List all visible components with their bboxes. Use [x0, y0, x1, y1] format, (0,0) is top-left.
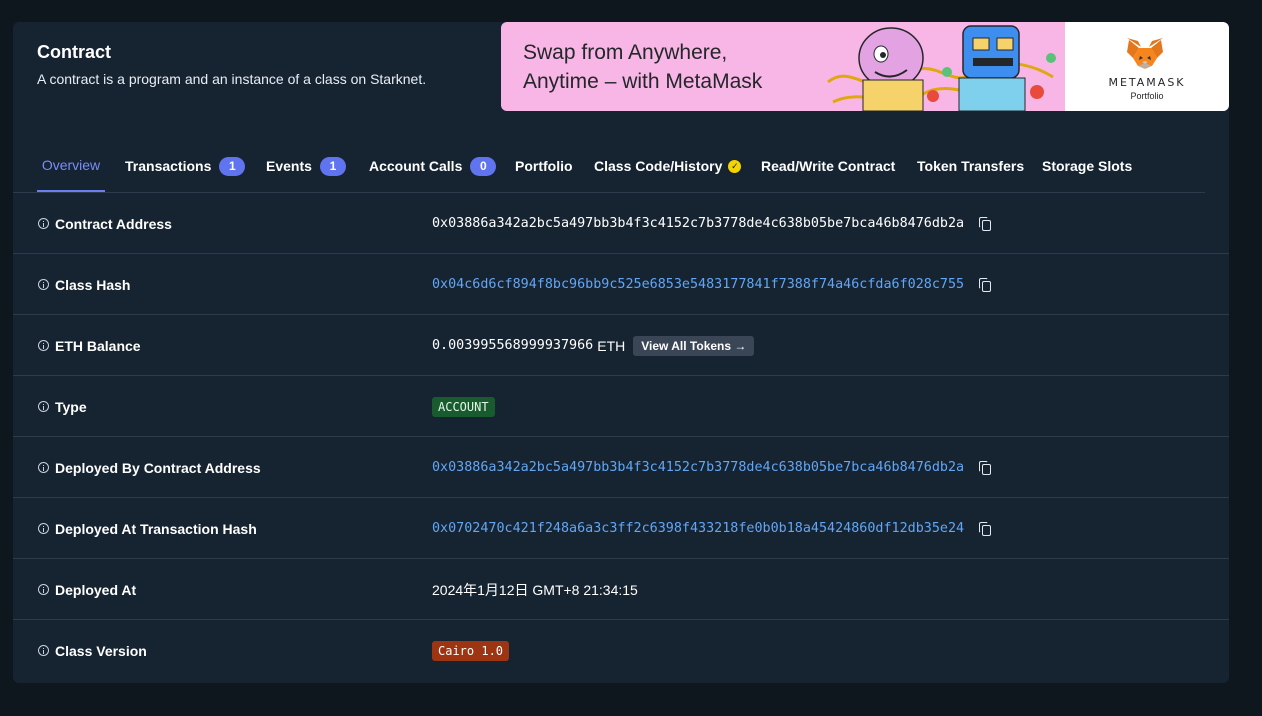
- eth-balance-unit: ETH: [597, 337, 626, 354]
- banner-headline-line1: Swap from Anywhere,: [523, 41, 728, 64]
- detail-label: Deployed At Transaction Hash: [38, 498, 257, 559]
- detail-label: Class Version: [38, 620, 147, 681]
- info-icon[interactable]: [38, 401, 49, 412]
- tab-read-write-contract-label: Read/Write Contract: [761, 158, 896, 174]
- info-icon[interactable]: [38, 279, 49, 290]
- deployed-tx-link[interactable]: 0x0702470c421f248a6a3c3ff2c6398f433218fe…: [432, 521, 964, 536]
- tab-token-transfers-label: Token Transfers: [917, 158, 1025, 174]
- account-calls-count-badge: 0: [470, 156, 497, 176]
- copy-icon[interactable]: [978, 216, 994, 232]
- tab-overview-label: Overview: [41, 157, 101, 173]
- metamask-wordmark: METAMASK: [1108, 76, 1186, 89]
- detail-label: Contract Address: [38, 193, 172, 254]
- contract-tabs: Overview Transactions 1 Events 1 Account…: [13, 140, 1205, 193]
- detail-row-eth-balance: ETH Balance 0.003995568999937966 ETH Vie…: [13, 315, 1229, 376]
- deployed-tx-label: Deployed At Transaction Hash: [55, 520, 257, 537]
- copy-icon[interactable]: [978, 277, 994, 293]
- class-version-label: Class Version: [55, 642, 147, 659]
- transactions-count-badge: 1: [219, 156, 246, 176]
- view-all-tokens-button[interactable]: View All Tokens →: [633, 335, 755, 356]
- detail-label: Type: [38, 376, 87, 437]
- banner-headline-line2: Anytime – with MetaMask: [523, 70, 763, 93]
- tab-portfolio[interactable]: Portfolio: [515, 140, 573, 192]
- contract-address-value: 0x03886a342a2bc5a497bb3b4f3c4152c7b3778d…: [432, 216, 965, 231]
- deployed-by-label: Deployed By Contract Address: [55, 459, 261, 476]
- detail-row-type: Type ACCOUNT: [13, 376, 1229, 437]
- tab-account-calls-label: Account Calls: [369, 158, 463, 174]
- info-icon[interactable]: [38, 340, 49, 351]
- detail-value: 0x03886a342a2bc5a497bb3b4f3c4152c7b3778d…: [432, 193, 994, 254]
- detail-label: ETH Balance: [38, 315, 141, 376]
- detail-row-deployed-at: Deployed At 2024年1月12日 GMT+8 21:34:15: [13, 559, 1229, 620]
- tab-class-code-history-label: Class Code/History: [594, 158, 723, 174]
- tab-class-code-history[interactable]: Class Code/History ✓: [594, 140, 742, 192]
- tab-events[interactable]: Events 1: [266, 140, 346, 192]
- banner-headline: Swap from Anywhere, Anytime – with MetaM…: [523, 38, 843, 96]
- detail-row-class-hash: Class Hash 0x04c6d6cf894f8bc96bb9c525e68…: [13, 254, 1229, 315]
- tab-read-write-contract[interactable]: Read/Write Contract: [761, 140, 895, 192]
- tab-account-calls[interactable]: Account Calls 0: [369, 140, 497, 192]
- contract-address-label: Contract Address: [55, 215, 172, 232]
- tab-transactions[interactable]: Transactions 1: [125, 140, 246, 192]
- tab-storage-slots[interactable]: Storage Slots: [1042, 140, 1132, 192]
- copy-icon[interactable]: [978, 521, 994, 537]
- detail-label: Deployed By Contract Address: [38, 437, 261, 498]
- events-count-badge: 1: [319, 156, 346, 176]
- detail-label: Class Hash: [38, 254, 130, 315]
- info-icon[interactable]: [38, 523, 49, 534]
- detail-row-deployed-tx: Deployed At Transaction Hash 0x0702470c4…: [13, 498, 1229, 559]
- page-title: Contract: [37, 42, 112, 62]
- deployed-at-value: 2024年1月12日 GMT+8 21:34:15: [432, 581, 638, 598]
- detail-value: Cairo 1.0: [432, 620, 510, 681]
- tab-token-transfers[interactable]: Token Transfers: [917, 140, 1024, 192]
- metamask-fox-icon: [1127, 38, 1163, 69]
- detail-value: 0.003995568999937966 ETH View All Tokens…: [432, 315, 755, 376]
- detail-value: ACCOUNT: [432, 376, 495, 437]
- tab-storage-slots-label: Storage Slots: [1042, 158, 1133, 174]
- metamask-logo-area: METAMASK Portfolio: [1065, 22, 1229, 111]
- banner-illustration: [823, 22, 1067, 111]
- tab-events-label: Events: [266, 158, 312, 174]
- eth-balance-value: 0.003995568999937966: [432, 338, 594, 353]
- deployed-by-link[interactable]: 0x03886a342a2bc5a497bb3b4f3c4152c7b3778d…: [432, 460, 964, 475]
- detail-row-contract-address: Contract Address 0x03886a342a2bc5a497bb3…: [13, 193, 1229, 254]
- account-type-tag: ACCOUNT: [432, 396, 495, 417]
- detail-value: 0x04c6d6cf894f8bc96bb9c525e6853e54831778…: [432, 254, 994, 315]
- contract-header: Contract A contract is a program and an …: [37, 42, 426, 87]
- eth-balance-label: ETH Balance: [55, 337, 141, 354]
- info-icon[interactable]: [38, 218, 49, 229]
- class-version-tag: Cairo 1.0: [432, 640, 510, 661]
- deployed-at-label: Deployed At: [55, 581, 137, 598]
- class-hash-link[interactable]: 0x04c6d6cf894f8bc96bb9c525e6853e54831778…: [432, 277, 964, 292]
- type-label: Type: [55, 398, 87, 415]
- metamask-ad-banner[interactable]: Swap from Anywhere, Anytime – with MetaM…: [501, 22, 1229, 111]
- info-icon[interactable]: [38, 462, 49, 473]
- detail-row-class-version: Class Version Cairo 1.0: [13, 620, 1229, 681]
- contract-details: Contract Address 0x03886a342a2bc5a497bb3…: [13, 193, 1229, 681]
- tab-transactions-label: Transactions: [125, 158, 212, 174]
- detail-row-deployed-by: Deployed By Contract Address 0x03886a342…: [13, 437, 1229, 498]
- class-hash-label: Class Hash: [55, 276, 131, 293]
- info-icon[interactable]: [38, 584, 49, 595]
- detail-label: Deployed At: [38, 559, 136, 620]
- detail-value: 2024年1月12日 GMT+8 21:34:15: [432, 559, 638, 620]
- tab-portfolio-label: Portfolio: [515, 158, 573, 174]
- verified-check-icon: ✓: [728, 159, 742, 173]
- info-icon[interactable]: [38, 645, 49, 656]
- copy-icon[interactable]: [978, 460, 994, 476]
- detail-value: 0x03886a342a2bc5a497bb3b4f3c4152c7b3778d…: [432, 437, 994, 498]
- detail-value: 0x0702470c421f248a6a3c3ff2c6398f433218fe…: [432, 498, 994, 559]
- metamask-portfolio-label: Portfolio: [1130, 91, 1164, 101]
- page-subtitle: A contract is a program and an instance …: [37, 71, 427, 87]
- contract-panel: Contract A contract is a program and an …: [13, 22, 1229, 683]
- tab-overview[interactable]: Overview: [37, 140, 105, 192]
